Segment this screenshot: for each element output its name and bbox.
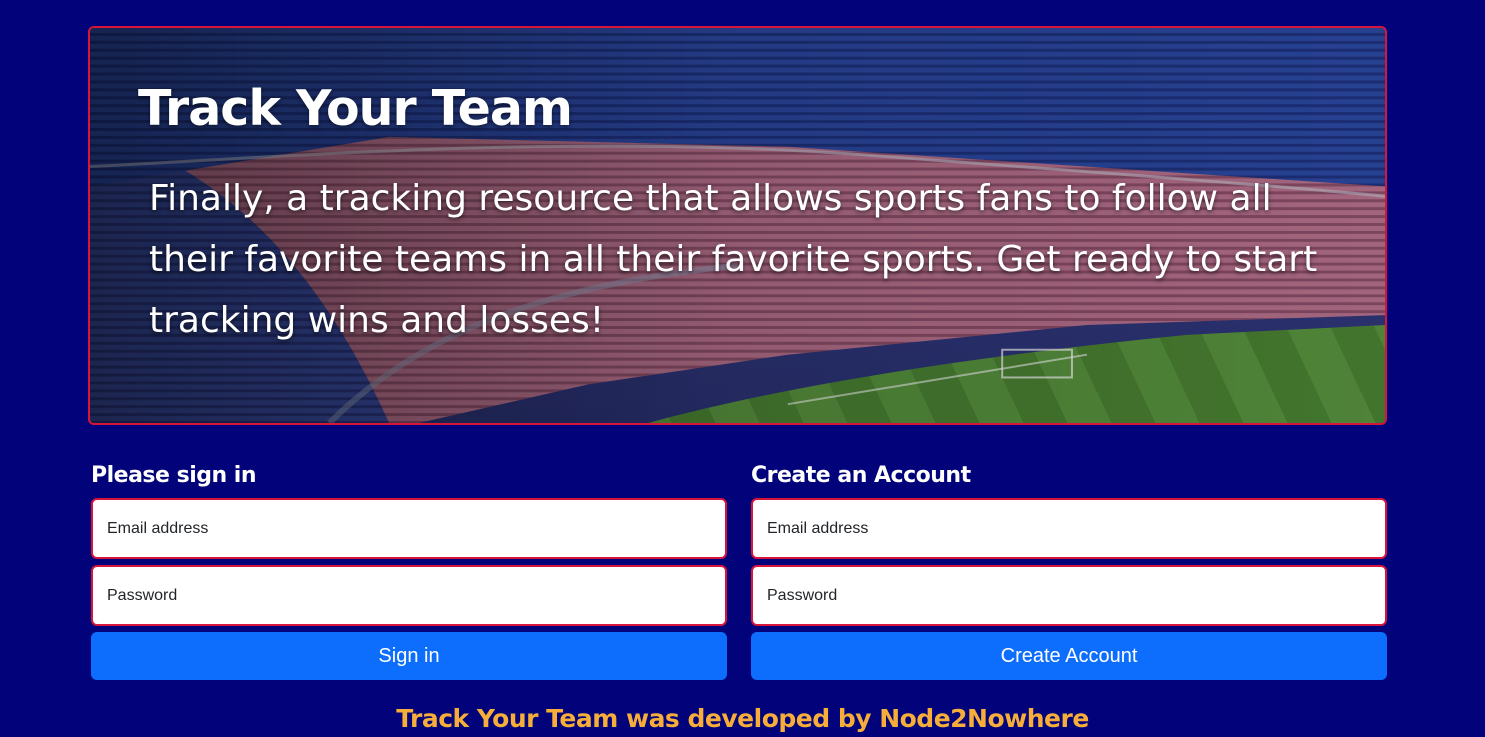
hero-title: Track Your Team — [138, 80, 573, 137]
hero-banner: Track Your Team Finally, a tracking reso… — [88, 26, 1387, 425]
signup-form: Create an Account Create Account — [751, 462, 1387, 680]
signin-form: Please sign in Sign in — [91, 462, 727, 680]
create-account-button[interactable]: Create Account — [751, 632, 1387, 680]
signin-heading: Please sign in — [91, 463, 257, 488]
signin-password-field[interactable] — [91, 565, 727, 626]
signin-button[interactable]: Sign in — [91, 632, 727, 680]
signup-password-field[interactable] — [751, 565, 1387, 626]
footer-credit: Track Your Team was developed by Node2No… — [396, 704, 1089, 733]
signin-email-field[interactable] — [91, 498, 727, 559]
signup-heading: Create an Account — [751, 463, 971, 488]
hero-description: Finally, a tracking resource that allows… — [149, 178, 1318, 341]
signup-email-field[interactable] — [751, 498, 1387, 559]
